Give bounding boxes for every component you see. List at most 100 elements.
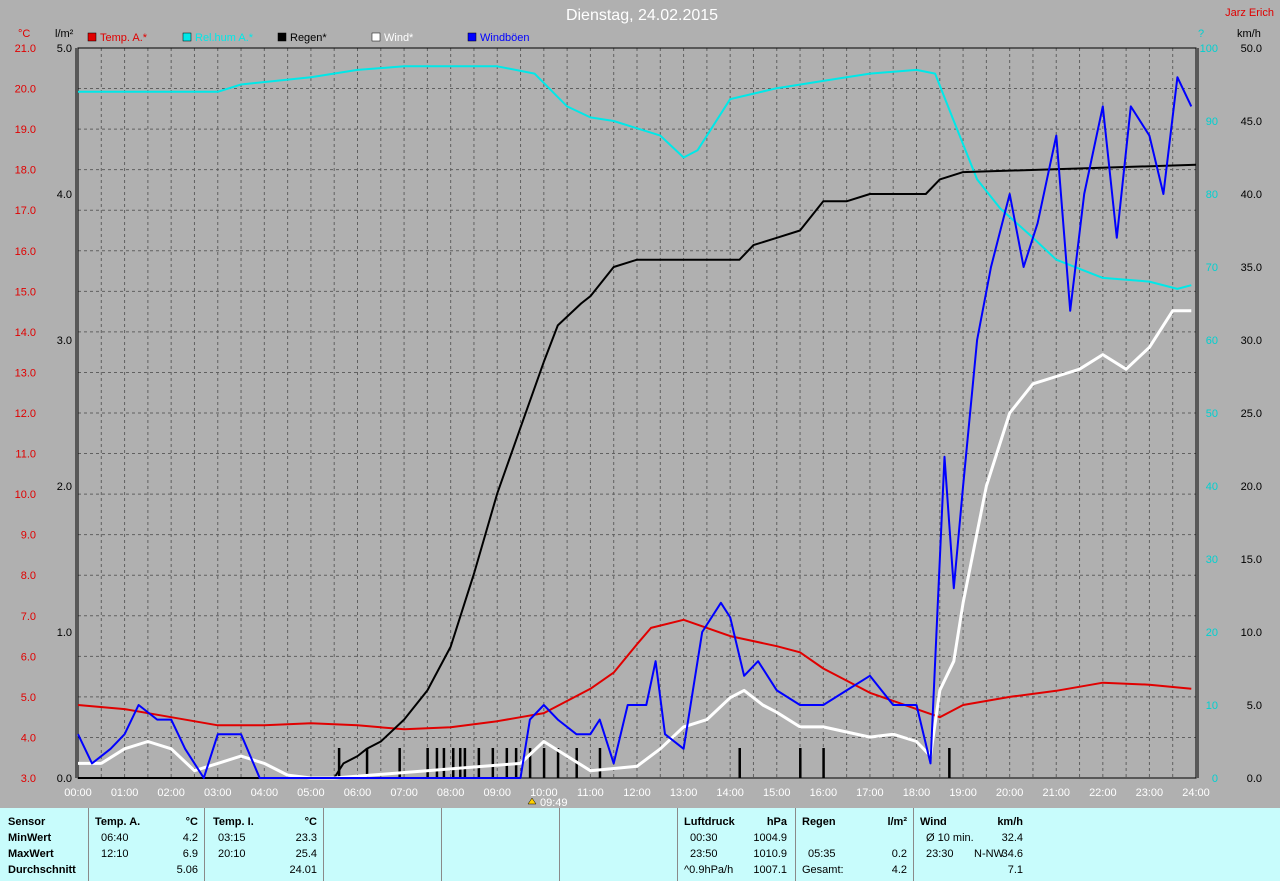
col-temp-i: Temp. I. °C 03:15 23.3 20:10 25.4 24.01 [205,808,324,881]
rain-bar [426,748,429,778]
x-tick-label: 07:00 [390,787,418,799]
rain-unit-label: l/m² [55,28,74,40]
secondary-unit-label: ? [1198,28,1204,40]
regen-max-value: 0.2 [891,848,907,860]
rain-tick-label: 1.0 [57,627,72,639]
minwert-label: MinWert [8,832,52,844]
legend-swatch [371,32,381,42]
x-tick-label: 01:00 [111,787,139,799]
x-tick-label: 08:00 [437,787,465,799]
col-empty-2 [442,808,560,881]
col-temp-a: Temp. A. °C 06:40 4.2 12:10 6.9 5.06 [89,808,205,881]
legend: Temp. A.* Rel.hum A.* Regen* Wind* Windböen [87,32,530,44]
wind-header: Wind [920,816,947,828]
x-tick-label: 20:00 [996,787,1024,799]
rain-bar [451,748,455,778]
temp-tick-label: 7.0 [21,611,36,623]
chart-area: Dienstag, 24.02.2015 Jarz Erich °C l/m² … [0,0,1280,809]
x-tick-label: 18:00 [903,787,931,799]
col-regen: Regen l/m² 05:35 0.2 Gesamt: 4.2 [796,808,914,881]
x-tick-label: 21:00 [1042,787,1070,799]
temp-i-min-value: 23.3 [295,832,317,844]
temp-tick-label: 5.0 [21,692,36,704]
x-tick-label: 09:00 [483,787,511,799]
rain-bar [463,748,467,778]
secondary-tick-label: 20 [1206,627,1218,639]
wind-tick-label: 30.0 [1241,335,1262,347]
rain-bar [365,748,369,778]
rain-bar [435,748,439,778]
wind-unit-label: km/h [1237,28,1261,40]
regen-header: Regen [802,816,836,828]
rain-bar [948,748,951,778]
x-tick-label: 19:00 [949,787,977,799]
x-tick-label: 02:00 [157,787,185,799]
x-tick-label: 23:00 [1136,787,1164,799]
temp-tick-label: 18.0 [15,165,36,177]
wind-avg10-label: Ø 10 min. [926,832,974,844]
secondary-tick-label: 50 [1206,408,1218,420]
wind-tick-label: 35.0 [1241,262,1262,274]
temp-i-max-value: 25.4 [295,848,317,860]
sensor-header: Sensor [8,816,46,828]
rain-bar [542,748,546,778]
rain-bar [491,748,495,778]
temp-tick-label: 3.0 [21,773,36,785]
luftdruck-trend: ^0.9hPa/h [684,864,734,876]
wind-avg-value: 7.1 [1007,864,1023,876]
legend-swatch [182,32,192,42]
secondary-tick-label: 0 [1212,773,1218,785]
rain-bar [442,748,446,778]
temp-i-avg-value: 24.01 [289,864,317,876]
temp-a-unit: °C [185,816,198,828]
rain-bar [738,748,741,778]
temp-tick-label: 21.0 [15,43,36,55]
temp-a-min-time: 06:40 [101,832,129,844]
temp-tick-label: 20.0 [15,84,36,96]
legend-swatch [87,32,97,42]
secondary-tick-label: 30 [1206,554,1218,566]
luftdruck-header: Luftdruck [684,816,735,828]
luftdruck-min-time: 00:30 [690,832,718,844]
regen-unit: l/m² [887,816,907,828]
wind-max-direction: N-NW [974,848,1004,860]
secondary-tick-label: 80 [1206,189,1218,201]
col-luftdruck: Luftdruck hPa 00:30 1004.9 23:50 1010.9 … [678,808,796,881]
luftdruck-unit: hPa [766,816,787,828]
maxwert-label: MaxWert [8,848,54,860]
col-empty-3 [560,808,678,881]
stats-table: Sensor MinWert MaxWert Durchschnitt Temp… [0,808,1280,881]
x-tick-label: 11:00 [577,787,604,799]
temp-a-max-time: 12:10 [101,848,129,860]
secondary-tick-label: 10 [1206,700,1218,712]
wind-max-value: 34.6 [1001,848,1023,860]
wind-tick-label: 25.0 [1241,408,1262,420]
regen-total-value: 4.2 [891,864,907,876]
wind-tick-label: 45.0 [1241,116,1262,128]
secondary-tick-label: 60 [1206,335,1218,347]
temp-i-max-time: 20:10 [218,848,246,860]
x-tick-label: 00:00 [64,787,92,799]
rain-bar [598,748,602,778]
x-tick-label: 22:00 [1089,787,1117,799]
col-empty-1 [324,808,442,881]
temp-tick-label: 10.0 [15,489,36,501]
wind-tick-label: 15.0 [1241,554,1262,566]
x-tick-label: 17:00 [856,787,884,799]
secondary-tick-label: 90 [1206,116,1218,128]
luftdruck-max-time: 23:50 [690,848,718,860]
wind-avg10-value: 32.4 [1001,832,1023,844]
legend-swatch [277,32,287,42]
luftdruck-avg-value: 1007.1 [753,864,787,876]
legend-label: Wind* [384,32,414,44]
temp-tick-label: 8.0 [21,570,36,582]
wind-unit: km/h [997,816,1023,828]
x-tick-label: 06:00 [344,787,372,799]
legend-swatch [467,32,477,42]
x-tick-label: 15:00 [763,787,791,799]
chart-title: Dienstag, 24.02.2015 [566,7,718,24]
col-sensor: Sensor MinWert MaxWert Durchschnitt [0,808,89,881]
temp-a-avg-value: 5.06 [176,864,198,876]
legend-label: Regen* [290,32,327,44]
temp-i-min-time: 03:15 [218,832,246,844]
